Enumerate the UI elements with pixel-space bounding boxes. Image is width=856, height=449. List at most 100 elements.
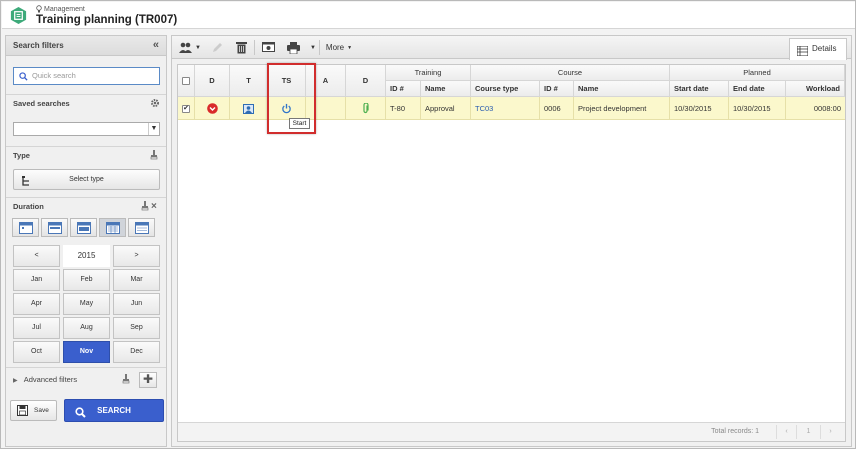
tooltip: Start bbox=[289, 118, 310, 129]
month-oct-button[interactable]: Oct bbox=[13, 341, 60, 363]
search-icon bbox=[19, 72, 28, 81]
page-number[interactable]: 1 bbox=[796, 425, 820, 439]
duration-label: Duration bbox=[13, 202, 44, 211]
edit-icon[interactable] bbox=[210, 39, 224, 56]
column-header-workload[interactable]: Workload bbox=[786, 81, 845, 97]
column-header-course-name[interactable]: Name bbox=[574, 81, 670, 97]
filter-panel-header: Search filters « bbox=[6, 36, 166, 56]
month-nov-button[interactable]: Nov bbox=[63, 341, 110, 363]
clear-filter-icon[interactable] bbox=[141, 201, 149, 211]
month-dec-button[interactable]: Dec bbox=[113, 341, 160, 363]
more-label: More bbox=[325, 43, 345, 52]
select-type-button[interactable]: Select type bbox=[13, 169, 160, 190]
select-all-header[interactable] bbox=[178, 65, 195, 97]
quick-search-input[interactable]: Quick search bbox=[13, 67, 160, 85]
duration-custom-button[interactable] bbox=[128, 218, 155, 237]
users-icon[interactable] bbox=[178, 39, 192, 56]
clear-filter-icon[interactable] bbox=[150, 150, 158, 160]
select-type-label: Select type bbox=[69, 176, 104, 183]
group-header-training: Training bbox=[386, 65, 471, 81]
toolbar-divider bbox=[319, 40, 320, 55]
breadcrumb[interactable]: Management bbox=[36, 5, 85, 13]
clear-filter-icon[interactable] bbox=[122, 374, 130, 384]
column-header-end-date[interactable]: End date bbox=[729, 81, 786, 97]
next-page-button[interactable]: › bbox=[820, 425, 840, 439]
details-label: Details bbox=[812, 44, 837, 53]
attachment-cell[interactable] bbox=[346, 97, 386, 120]
filter-panel: Search filters « Quick search Saved sear… bbox=[5, 35, 167, 447]
tree-icon bbox=[22, 174, 30, 193]
divider bbox=[6, 367, 166, 368]
column-header-t[interactable]: T bbox=[230, 65, 268, 97]
column-header-course-type[interactable]: Course type bbox=[471, 81, 540, 97]
advanced-filters-toggle[interactable]: ▶ Advanced filters bbox=[13, 375, 77, 384]
lightbulb-icon bbox=[36, 5, 42, 13]
prev-page-button[interactable]: ‹ bbox=[776, 425, 796, 439]
add-filter-button[interactable]: ✚ bbox=[139, 372, 157, 388]
column-header-d[interactable]: D bbox=[195, 65, 230, 97]
status-cell bbox=[195, 97, 230, 120]
gear-icon[interactable] bbox=[150, 98, 160, 108]
print-icon[interactable] bbox=[286, 39, 300, 56]
calendar-icon bbox=[134, 222, 149, 234]
toolbar-divider bbox=[254, 40, 255, 55]
course-id-cell: 0006 bbox=[540, 97, 574, 120]
column-header-training-name[interactable]: Name bbox=[421, 81, 471, 97]
month-may-button[interactable]: May bbox=[63, 293, 110, 315]
page-title: Training planning (TR007) bbox=[36, 14, 178, 26]
print-dropdown-icon[interactable]: ▼ bbox=[309, 39, 317, 56]
duration-fortnight-button[interactable] bbox=[70, 218, 97, 237]
row-checkbox[interactable]: ✔ bbox=[182, 104, 190, 113]
column-header-training-id[interactable]: ID # bbox=[386, 81, 421, 97]
saved-searches-select[interactable]: ▼ bbox=[13, 122, 160, 136]
details-tab[interactable]: Details ▼ bbox=[789, 38, 847, 73]
duration-month-button[interactable] bbox=[99, 218, 126, 237]
group-header-course: Course bbox=[471, 65, 670, 81]
column-header-d2[interactable]: D bbox=[346, 65, 386, 97]
saved-searches-label: Saved searches bbox=[13, 99, 70, 108]
prev-year-button[interactable]: < bbox=[13, 245, 60, 267]
training-name-cell: Approval bbox=[421, 97, 471, 120]
month-sep-button[interactable]: Sep bbox=[113, 317, 160, 339]
collapse-panel-icon[interactable]: « bbox=[153, 39, 159, 51]
search-button[interactable]: SEARCH bbox=[64, 399, 164, 422]
divider bbox=[6, 197, 166, 198]
month-jul-button[interactable]: Jul bbox=[13, 317, 60, 339]
attachment-icon[interactable] bbox=[362, 103, 369, 114]
duration-mode-group bbox=[12, 218, 155, 237]
course-type-link[interactable]: TC03 bbox=[471, 97, 540, 120]
duration-day-button[interactable] bbox=[12, 218, 39, 237]
search-icon bbox=[75, 405, 86, 426]
row-checkbox-cell[interactable]: ✔ bbox=[178, 97, 195, 120]
grid-footer: Total records: 1 ‹ 1 › bbox=[178, 422, 845, 441]
month-feb-button[interactable]: Feb bbox=[63, 269, 110, 291]
month-apr-button[interactable]: Apr bbox=[13, 293, 60, 315]
training-id-cell: T-80 bbox=[386, 97, 421, 120]
list-icon bbox=[796, 44, 809, 64]
divider bbox=[6, 94, 166, 95]
app-window: Management Training planning (TR007) Sea… bbox=[0, 0, 856, 449]
toolbar: ▼ ▼ More ▼ Details ▼ bbox=[172, 36, 851, 73]
duration-week-button[interactable] bbox=[41, 218, 68, 237]
trash-icon[interactable] bbox=[234, 39, 248, 56]
column-header-start-date[interactable]: Start date bbox=[670, 81, 729, 97]
filter-panel-title: Search filters bbox=[13, 41, 64, 50]
chevron-right-icon: ▶ bbox=[13, 378, 18, 384]
more-menu-button[interactable]: More ▼ bbox=[324, 39, 354, 56]
select-all-checkbox[interactable] bbox=[182, 76, 190, 85]
chevron-down-icon: ▼ bbox=[148, 123, 159, 135]
users-dropdown-icon[interactable]: ▼ bbox=[194, 39, 202, 56]
view-icon[interactable] bbox=[261, 39, 275, 56]
calendar-icon bbox=[76, 222, 91, 234]
month-aug-button[interactable]: Aug bbox=[63, 317, 110, 339]
next-year-button[interactable]: > bbox=[113, 245, 160, 267]
month-jun-button[interactable]: Jun bbox=[113, 293, 160, 315]
save-button[interactable]: Save bbox=[10, 400, 57, 421]
month-mar-button[interactable]: Mar bbox=[113, 269, 160, 291]
column-header-course-id[interactable]: ID # bbox=[540, 81, 574, 97]
close-icon[interactable]: × bbox=[151, 201, 157, 212]
month-jan-button[interactable]: Jan bbox=[13, 269, 60, 291]
type-label: Type bbox=[13, 151, 30, 160]
type-cell bbox=[230, 97, 268, 120]
total-records: Total records: 1 bbox=[711, 428, 759, 435]
